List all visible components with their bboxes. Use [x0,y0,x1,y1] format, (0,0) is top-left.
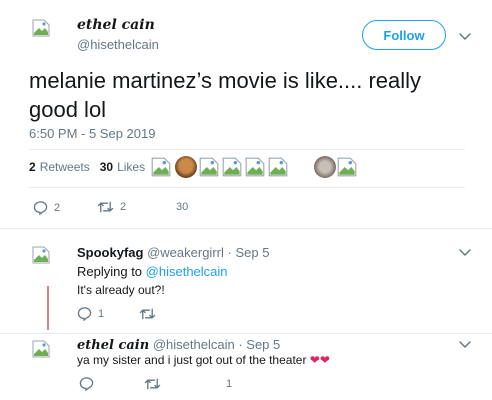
reply-author-handle[interactable]: @weakergirrl [147,245,224,260]
author-handle[interactable]: @hisethelcain [77,37,159,52]
divider [29,187,465,188]
reply-icon [33,200,48,215]
retweet-icon [139,307,156,321]
reply-text: ya my sister and i just got out of the t… [77,353,330,367]
heart-emoji: ❤❤ [309,353,330,367]
liker-avatar[interactable] [150,156,172,178]
author-avatar[interactable] [31,18,51,38]
liker-avatar[interactable] [244,156,266,178]
retweet-icon [97,200,114,214]
tweet-text-line2: good lol [29,97,107,122]
reply-action[interactable]: 2 [33,200,60,215]
liker-avatar[interactable] [175,156,197,178]
tweet-timestamp[interactable]: 6:50 PM - 5 Sep 2019 [29,126,155,141]
reply-avatar[interactable] [31,339,51,359]
tweet-text: melanie martinez’s movie is like.... rea… [29,66,469,124]
reply-action[interactable] [79,376,94,391]
liker-avatar[interactable] [221,156,243,178]
divider [0,228,492,229]
likes-label[interactable]: Likes [117,160,145,174]
chevron-down-icon[interactable] [458,339,472,349]
retweet-action[interactable] [144,377,161,391]
liker-avatar[interactable] [198,156,220,178]
reply-action[interactable]: 1 [77,306,104,321]
retweets-count[interactable]: 2 [29,160,36,174]
likes-count[interactable]: 30 [100,160,113,174]
reply-date[interactable]: Sep 5 [235,245,269,260]
like-count: 30 [176,201,189,213]
reply-count: 1 [98,307,105,320]
reply-header: ethel cain @hisethelcain · Sep 5 [77,337,281,353]
retweet-action[interactable] [139,307,156,321]
retweet-action[interactable]: 2 [97,200,126,214]
author-name[interactable]: ethel cain [77,17,155,33]
liker-avatar[interactable] [314,156,336,178]
follow-button[interactable]: Follow [362,20,446,50]
retweet-icon [144,377,161,391]
chevron-down-icon[interactable] [458,31,472,41]
reply-date[interactable]: Sep 5 [246,337,280,352]
reply-author-name[interactable]: ethel cain [77,338,149,353]
reply-author-handle[interactable]: @hisethelcain [153,337,235,352]
reply-icon [79,376,94,391]
divider [29,149,465,150]
reply-avatar[interactable] [31,245,51,265]
replying-to: Replying to @hisethelcain [77,264,228,279]
like-action[interactable]: 1 [226,378,232,390]
like-action[interactable]: 30 [176,201,188,213]
reply-text: It's already out?! [77,283,165,297]
like-count: 1 [226,378,233,390]
chevron-down-icon[interactable] [458,247,472,257]
divider [0,333,492,334]
reply-icon [77,306,92,321]
tweet-text-line1: melanie martinez’s movie is like.... rea… [29,68,422,93]
replying-to-handle[interactable]: @hisethelcain [146,264,228,279]
liker-avatar[interactable] [336,156,358,178]
reply-header: Spookyfag @weakergirrl · Sep 5 [77,245,270,260]
reply-author-name[interactable]: Spookyfag [77,245,143,260]
thread-line [47,286,49,330]
tweet-stats: 2 Retweets 30 Likes [29,160,151,174]
reply-count: 2 [54,201,61,214]
liker-avatar[interactable] [267,156,289,178]
retweets-label[interactable]: Retweets [40,160,90,174]
retweet-count: 2 [120,201,127,213]
